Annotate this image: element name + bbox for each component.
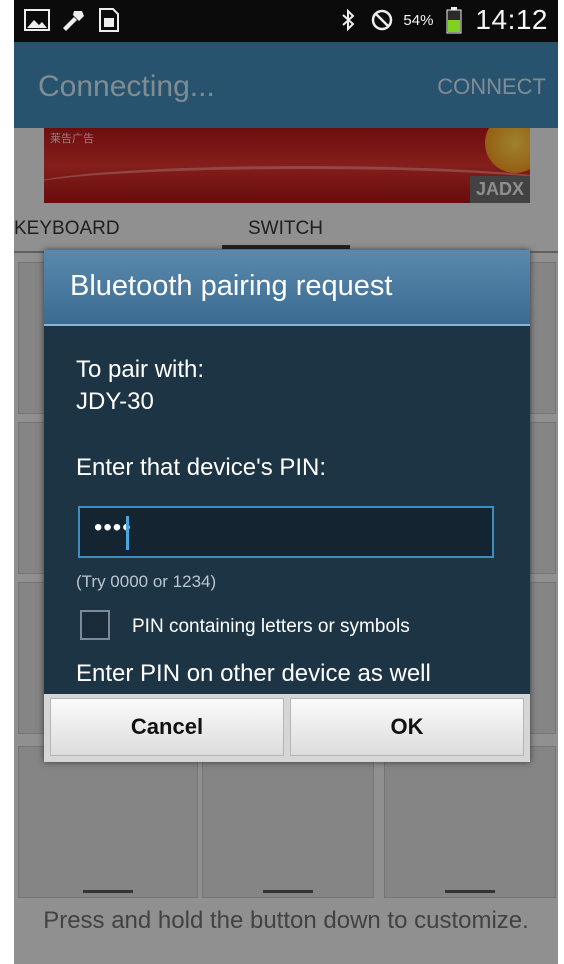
text-cursor (126, 516, 129, 550)
battery-percent: 54% (403, 11, 434, 29)
dialog-header: Bluetooth pairing request (44, 250, 530, 326)
pin-letters-checkbox[interactable] (80, 610, 110, 640)
other-device-note: Enter PIN on other device as well (76, 660, 431, 687)
bluetooth-pairing-dialog: Bluetooth pairing request To pair with: … (44, 250, 530, 762)
battery-icon (441, 7, 467, 34)
bluetooth-icon (335, 8, 361, 32)
pair-with-label: To pair with: (76, 356, 205, 383)
tools-icon (60, 8, 86, 32)
image-icon (24, 8, 50, 32)
dialog-title: Bluetooth pairing request (70, 270, 393, 302)
dialog-button-row: Cancel OK (44, 694, 530, 762)
enter-pin-label: Enter that device's PIN: (76, 454, 327, 481)
clock: 14:12 (475, 4, 548, 35)
pin-hint: (Try 0000 or 1234) (76, 572, 217, 591)
ok-button[interactable]: OK (290, 698, 524, 756)
device-name: JDY-30 (76, 388, 154, 415)
phone-screen: 54% 14:12 Connecting... CONNECT 莱告广告 JAD… (14, 0, 558, 964)
pin-input[interactable]: •••• (78, 506, 494, 558)
sim-icon (96, 8, 122, 32)
pin-letters-checkbox-label[interactable]: PIN containing letters or symbols (132, 616, 410, 638)
status-bar: 54% 14:12 (14, 0, 558, 42)
cancel-button[interactable]: Cancel (50, 698, 284, 756)
do-not-disturb-icon (369, 8, 395, 32)
